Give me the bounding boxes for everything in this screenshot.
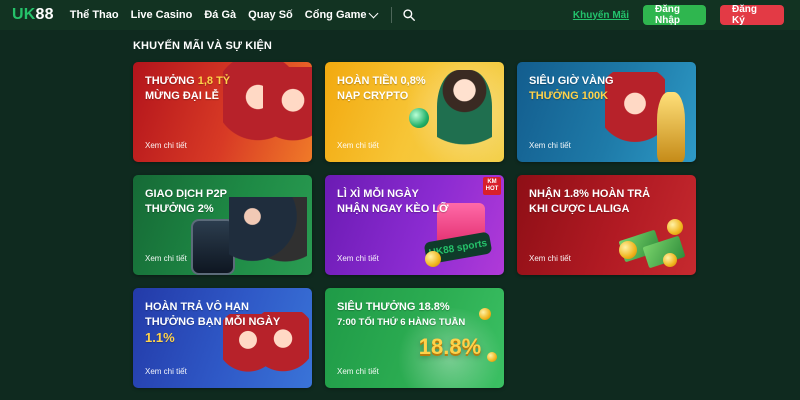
promo-title-line1: THƯỞNG — [145, 75, 198, 87]
promo-card-laliga[interactable]: NHẬN 1.8% HOÀN TRẢ KHI CƯỢC LALIGA Xem c… — [517, 175, 696, 275]
nav-item-quay-so[interactable]: Quay Số — [248, 9, 293, 21]
login-button[interactable]: Đăng Nhập — [643, 4, 706, 26]
nav-divider — [390, 7, 392, 23]
section-title: KHUYẾN MÃI VÀ SỰ KIỆN — [133, 40, 272, 52]
view-details-link[interactable]: Xem chi tiết — [529, 141, 571, 150]
chevron-down-icon — [368, 8, 378, 19]
promo-title: LÌ XÌ MỖI NGÀY NHẬN NGAY KÈO LỠ — [337, 187, 448, 217]
promo-title-line1: SIÊU THƯỞNG 18.8% — [337, 301, 450, 313]
search-icon[interactable] — [402, 8, 416, 22]
promo-card-p2p[interactable]: GIAO DỊCH P2P THƯỞNG 2% Xem chi tiết — [133, 175, 312, 275]
nav-item-live-casino[interactable]: Live Casino — [131, 9, 193, 21]
promo-title: THƯỞNG 1,8 TỶ MỪNG ĐẠI LỄ — [145, 74, 230, 104]
promotions-link[interactable]: Khuyến Mãi — [573, 10, 629, 21]
coin-icon — [487, 352, 497, 362]
promo-title: HOÀN TRẢ VÔ HẠN THƯỞNG BẠN MỖI NGÀY 1.1% — [145, 300, 280, 346]
coin-icon — [479, 308, 491, 320]
trophy-icon — [657, 92, 685, 162]
coin-icon — [667, 219, 683, 235]
couple-illustration — [229, 197, 307, 275]
view-details-link[interactable]: Xem chi tiết — [337, 367, 379, 376]
logo-text-uk: UK — [12, 6, 36, 23]
coin-icon — [663, 253, 677, 267]
promo-title: SIÊU THƯỞNG 18.8% 7:00 TỐI THỨ 6 HÀNG TU… — [337, 300, 465, 330]
promo-card-sieu-gio-vang[interactable]: SIÊU GIỜ VÀNG THƯỞNG 100K Xem chi tiết — [517, 62, 696, 162]
promo-title-line2: NẠP CRYPTO — [337, 90, 409, 102]
hot-badge-line2: HOT — [485, 186, 499, 192]
logo-text-88: 88 — [35, 6, 54, 23]
promo-title-highlight: 1,8 TỶ — [197, 75, 231, 87]
promo-title-line2: THƯỞNG BẠN MỖI NGÀY — [145, 316, 281, 328]
promo-card-sieu-thuong[interactable]: 18.8% SIÊU THƯỞNG 18.8% 7:00 TỐI THỨ 6 H… — [325, 288, 504, 388]
view-details-link[interactable]: Xem chi tiết — [337, 254, 379, 263]
promo-title-line1: SIÊU GIỜ VÀNG — [529, 75, 614, 87]
hot-badge-line1: KM — [487, 179, 497, 185]
promo-card-hoan-tien-crypto[interactable]: HOÀN TIỀN 0,8% NẠP CRYPTO Xem chi tiết — [325, 62, 504, 162]
promo-title-line2: MỪNG ĐẠI LỄ — [145, 90, 219, 102]
nav-item-cong-game-label: Cổng Game — [304, 9, 367, 21]
promo-title-line2: 7:00 TỐI THỨ 6 HÀNG TUẦN — [337, 317, 466, 328]
main-nav: Thể Thao Live Casino Đá Gà Quay Số Cổng … — [70, 8, 378, 21]
promo-card-li-xi[interactable]: KM HOT UK88 sports LÌ XÌ MỖI NGÀY NHẬN N… — [325, 175, 504, 275]
uk88-logo[interactable]: UK 88 — [12, 6, 54, 24]
view-details-link[interactable]: Xem chi tiết — [145, 367, 187, 376]
coin-icon — [425, 251, 441, 267]
top-navigation-bar: UK 88 Thể Thao Live Casino Đá Gà Quay Số … — [0, 0, 800, 30]
promo-title-line1: LÌ XÌ MỖI NGÀY — [337, 188, 419, 200]
promo-title-line1: GIAO DỊCH P2P — [145, 188, 227, 200]
promo-title-line2: NHẬN NGAY KÈO LỠ — [337, 203, 449, 215]
hot-badge: KM HOT — [483, 177, 501, 195]
promo-title: HOÀN TIỀN 0,8% NẠP CRYPTO — [337, 74, 426, 104]
nav-item-da-ga[interactable]: Đá Gà — [204, 9, 236, 21]
header-actions: Khuyến Mãi Đăng Nhập Đăng Ký — [573, 4, 788, 26]
promo-title-line2: KHI CƯỢC LALIGA — [529, 203, 630, 215]
promo-card-hoan-tra-vo-han[interactable]: HOÀN TRẢ VÔ HẠN THƯỞNG BẠN MỖI NGÀY 1.1%… — [133, 288, 312, 388]
register-button[interactable]: Đăng Ký — [720, 4, 784, 26]
player-illustration — [263, 67, 312, 162]
nav-item-cong-game[interactable]: Cổng Game — [304, 8, 378, 21]
promo-title: GIAO DỊCH P2P THƯỞNG 2% — [145, 187, 227, 217]
view-details-link[interactable]: Xem chi tiết — [529, 254, 571, 263]
crypto-coin-icon — [409, 108, 429, 128]
player-illustration — [605, 72, 665, 162]
promo-title-line2: THƯỞNG 100K — [529, 90, 609, 102]
promo-title: NHẬN 1.8% HOÀN TRẢ KHI CƯỢC LALIGA — [529, 187, 650, 217]
woman-illustration — [437, 70, 492, 162]
promo-title-line1: HOÀN TRẢ VÔ HẠN — [145, 301, 249, 313]
promo-card-1-8-ty[interactable]: THƯỞNG 1,8 TỶ MỪNG ĐẠI LỄ Xem chi tiết — [133, 62, 312, 162]
percentage-3d-text: 18.8% — [418, 334, 482, 359]
coin-icon — [619, 241, 637, 259]
promo-title-line3: 1.1% — [145, 330, 175, 345]
promo-title-line1: HOÀN TIỀN 0,8% — [337, 75, 426, 87]
view-details-link[interactable]: Xem chi tiết — [145, 141, 187, 150]
promo-title-line2: THƯỞNG 2% — [145, 203, 214, 215]
view-details-link[interactable]: Xem chi tiết — [145, 254, 187, 263]
promo-title-line1: NHẬN 1.8% HOÀN TRẢ — [529, 188, 651, 200]
promo-title: SIÊU GIỜ VÀNG THƯỞNG 100K — [529, 74, 614, 104]
view-details-link[interactable]: Xem chi tiết — [337, 141, 379, 150]
nav-item-the-thao[interactable]: Thể Thao — [70, 9, 119, 21]
